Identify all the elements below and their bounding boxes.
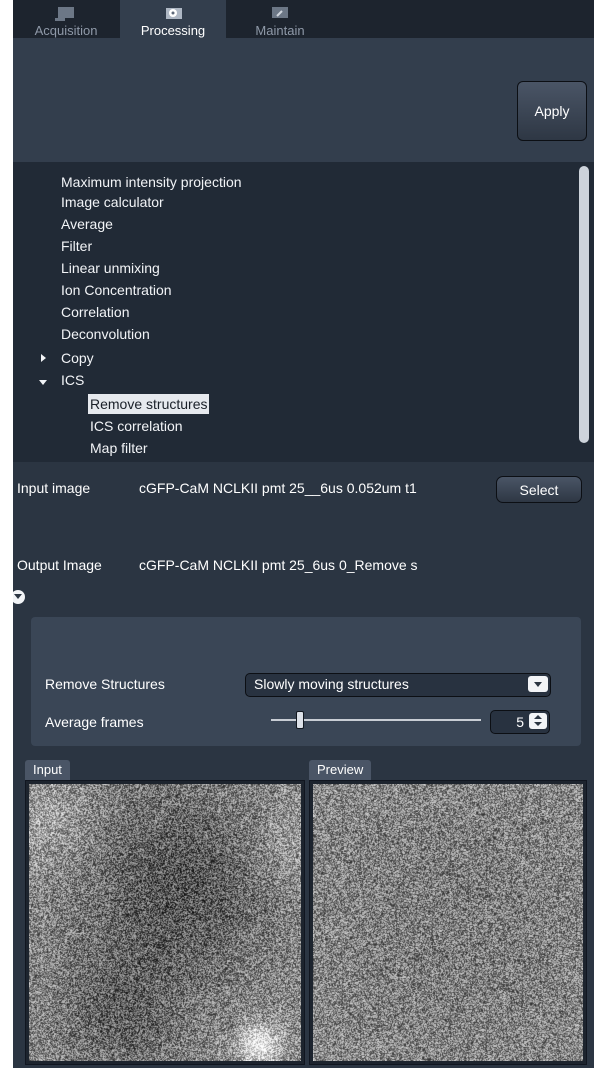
tab-label: Maintain [255, 23, 305, 38]
tree-item-linear-unmixing[interactable]: Linear unmixing [61, 258, 160, 278]
tree-item-map-filter[interactable]: Map filter [90, 438, 148, 458]
tab-acquisition[interactable]: Acquisition [13, 0, 119, 38]
tree-item-ics[interactable]: ICS [61, 370, 84, 390]
acquisition-icon [55, 7, 74, 21]
remove-structures-label: Remove Structures [45, 676, 165, 692]
caret-down-icon[interactable] [39, 378, 47, 386]
input-image [29, 784, 301, 1061]
wrench-icon [272, 7, 288, 18]
input-image-view [25, 780, 305, 1065]
spinner-arrows-icon[interactable] [529, 713, 547, 729]
preview-view-tab[interactable]: Preview [309, 760, 372, 780]
toolbar [13, 72, 594, 162]
processing-panel: Acquisition Processing Maintain Apply Ma… [13, 0, 594, 1068]
dropdown-value: Slowly moving structures [254, 676, 409, 692]
tree-item-correlation[interactable]: Correlation [61, 302, 129, 322]
input-image-label: Input image [17, 480, 91, 496]
tree-item-ics-correlation[interactable]: ICS correlation [90, 416, 183, 436]
collapse-toggle-icon[interactable] [13, 590, 25, 604]
average-frames-spinbox[interactable]: 5 [490, 710, 550, 734]
tree-item-filter[interactable]: Filter [61, 236, 92, 256]
slider-thumb[interactable] [296, 711, 305, 729]
input-view-tab[interactable]: Input [25, 760, 70, 780]
spinbox-value: 5 [516, 714, 524, 730]
apply-button[interactable]: Apply [517, 81, 587, 141]
tree-scrollbar[interactable] [579, 166, 589, 443]
tab-label: Processing [140, 23, 206, 38]
caret-right-icon[interactable] [39, 354, 47, 362]
tab-maintain[interactable]: Maintain [227, 0, 333, 38]
tree-item-average[interactable]: Average [61, 214, 113, 234]
tree-item-copy[interactable]: Copy [61, 348, 94, 368]
remove-structures-dropdown[interactable]: Slowly moving structures [245, 673, 551, 697]
tree-item-remove-structures[interactable]: Remove structures [88, 394, 210, 414]
preview-image-view [309, 780, 587, 1065]
tab-label: Acquisition [34, 23, 98, 38]
gear-icon [166, 8, 182, 19]
select-button[interactable]: Select [496, 476, 582, 503]
method-tree: Maximum intensity projection Image calcu… [13, 162, 594, 462]
tree-item-ion-concentration[interactable]: Ion Concentration [61, 280, 172, 300]
input-image-value: cGFP-CaM NCLKII pmt 25__6us 0.052um t1 [139, 480, 417, 496]
chevron-down-icon [528, 676, 548, 692]
average-frames-label: Average frames [45, 714, 144, 730]
preview-image [313, 784, 583, 1061]
tree-item-image-calculator[interactable]: Image calculator [61, 192, 164, 212]
tree-item-deconvolution[interactable]: Deconvolution [61, 324, 150, 344]
output-image-label: Output Image [17, 557, 102, 573]
tab-processing[interactable]: Processing [120, 0, 226, 38]
tab-bar: Acquisition Processing Maintain [13, 0, 594, 72]
output-image-value: cGFP-CaM NCLKII pmt 25_6us 0_Remove s [139, 557, 418, 573]
tree-item-maximum-intensity-projection[interactable]: Maximum intensity projection [61, 172, 242, 192]
tab-strip [13, 38, 594, 72]
